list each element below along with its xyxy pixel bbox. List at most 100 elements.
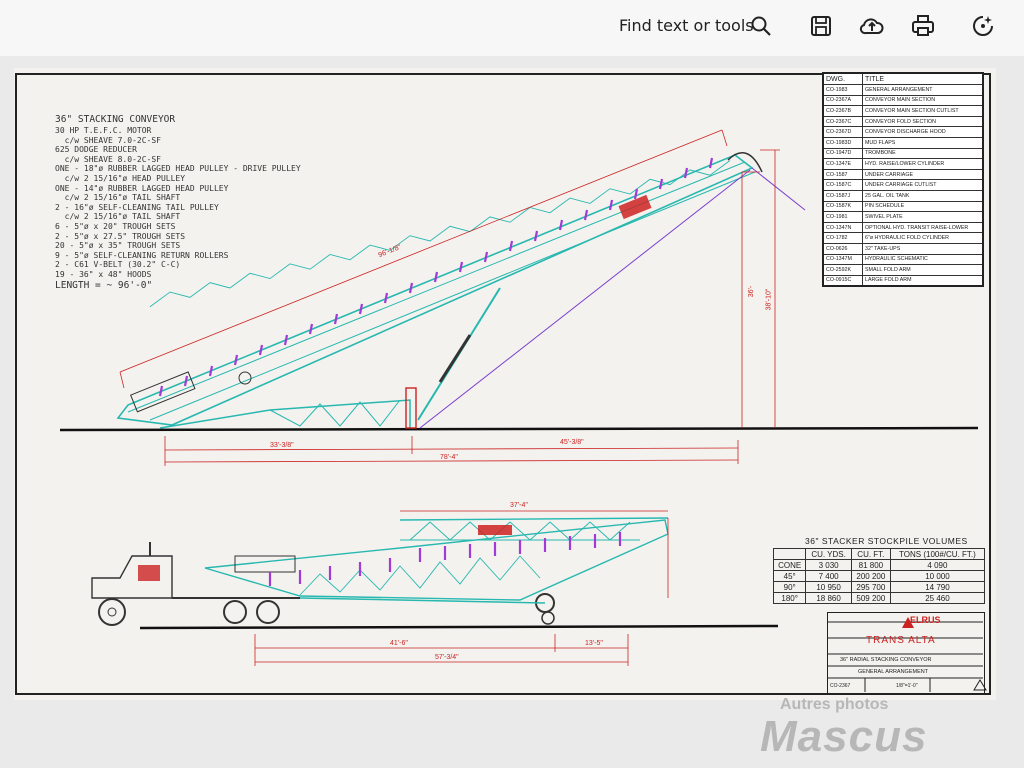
ground-line-upper bbox=[59, 426, 979, 432]
stockpile-volumes-title: 36" STACKER STOCKPILE VOLUMES bbox=[805, 536, 968, 546]
dwg-title: OPTIONAL HYD. TRANSIT RAISE-LOWER bbox=[862, 221, 984, 234]
dwg-no: CO-2367D bbox=[822, 126, 863, 138]
dwg-no: CO-1782 bbox=[822, 232, 863, 244]
dwg-title: CONVEYOR MAIN SECTION CUTLIST bbox=[862, 105, 984, 117]
vol-cell: 3 030 bbox=[805, 559, 852, 571]
table-row: CO-2592K SMALL FOLD ARM bbox=[822, 264, 984, 276]
dim-base-right: 45'-3/8" bbox=[560, 439, 584, 446]
notes-line: 30 HP T.E.F.C. MOTOR bbox=[55, 126, 152, 135]
dwg-title: 32" TAKE-UPS bbox=[862, 242, 984, 255]
table-row: CO-2367B CONVEYOR MAIN SECTION CUTLIST bbox=[822, 105, 984, 117]
dwg-title: MUD FLAPS bbox=[862, 136, 984, 149]
vol-cell: 45° bbox=[772, 570, 807, 582]
table-row: CO-1347N OPTIONAL HYD. TRANSIT RAISE-LOWE… bbox=[822, 221, 984, 234]
title-block: ELRUS TRANS ALTA 36" RADIAL STACKING CON… bbox=[827, 612, 985, 694]
dwg-no: CO-1347N bbox=[822, 221, 863, 234]
dwg-title: SWIVEL PLATE bbox=[862, 211, 984, 223]
notes-line: ONE - 14"ø RUBBER LAGGED HEAD PULLEY bbox=[55, 183, 229, 193]
dwg-title: GENERAL ARRANGEMENT bbox=[862, 84, 984, 96]
dwg-title: PIN SCHEDULE bbox=[862, 200, 984, 213]
vol-cell: 4 090 bbox=[889, 559, 986, 571]
notes-line: 625 DODGE REDUCER bbox=[55, 145, 137, 155]
dwg-title: 25 GAL. OIL TANK bbox=[862, 189, 984, 202]
dwg-no: CO-0915C bbox=[822, 274, 863, 287]
table-row: CO-1347E HYD. RAISE/LOWER CYLINDER bbox=[822, 158, 984, 170]
dwg-no: CO-1983 bbox=[822, 84, 863, 96]
drawing-description: GENERAL ARRANGEMENT bbox=[858, 669, 929, 675]
elrus-logo: ELRUS bbox=[910, 615, 941, 625]
dwg-title: CONVEYOR FOLD SECTION bbox=[862, 115, 984, 128]
dwg-no: CO-1947D bbox=[822, 147, 863, 160]
notes-line: 20 - 5"ø x 35" TROUGH SETS bbox=[55, 241, 181, 251]
vol-cell: 200 200 bbox=[850, 570, 891, 582]
table-row: 90° 10 950 295 700 14 790 bbox=[772, 581, 986, 593]
conveyor-notes: 36" STACKING CONVEYOR 30 HP T.E.F.C. MOT… bbox=[55, 114, 301, 292]
dim-height-left: 36'- bbox=[748, 285, 756, 298]
vol-cell: 25 460 bbox=[889, 592, 986, 604]
notes-line: 2 - 5"ø x 27.5" TROUGH SETS bbox=[55, 231, 186, 241]
notes-line: c/w 2 15/16"ø TAIL SHAFT bbox=[55, 193, 181, 203]
stockpile-volumes-table: CU. YDS. CU. FT. TONS (100#/CU. FT.) CON… bbox=[772, 548, 986, 604]
table-row: CO-1587J 25 GAL. OIL TANK bbox=[822, 189, 984, 202]
table-row: CO-2367D CONVEYOR DISCHARGE HOOD bbox=[822, 126, 984, 138]
vol-cell: 295 700 bbox=[850, 581, 891, 593]
dim-base-left: 33'-3/8" bbox=[270, 442, 294, 449]
table-row: CO-1983D MUD FLAPS bbox=[822, 136, 984, 149]
dwg-no: CO-2367C bbox=[822, 115, 863, 128]
drawing-list-table: DWG. TITLE CO-1983 GENERAL ARRANGEMENT CO… bbox=[822, 72, 984, 288]
vol-cell: 81 800 bbox=[850, 559, 891, 571]
dwg-no: CO-1347M bbox=[822, 253, 863, 266]
vol-cell: CONE bbox=[772, 559, 807, 571]
notes-length: LENGTH = ~ 96'-0" bbox=[55, 279, 153, 291]
notes-line: 2 - C61 V-BELT (30.2" C-C) bbox=[55, 260, 181, 270]
table-header-row: CU. YDS. CU. FT. TONS (100#/CU. FT.) bbox=[772, 548, 986, 560]
table-header-cell bbox=[772, 548, 807, 560]
dwg-no: CO-2367B bbox=[822, 105, 863, 117]
dwg-title: UNDER CARRIAGE bbox=[862, 168, 984, 181]
notes-line: 19 - 36" x 48" HOODS bbox=[55, 269, 152, 279]
dwg-title: SMALL FOLD ARM bbox=[862, 264, 984, 276]
dwg-title: HYDRAULIC SCHEMATIC bbox=[862, 253, 984, 266]
drawing-scale: 1/8"=1'-0" bbox=[896, 683, 918, 689]
table-row: CO-2367C CONVEYOR FOLD SECTION bbox=[822, 115, 984, 128]
dwg-title: UNDER CARRIAGE CUTLIST bbox=[862, 179, 984, 191]
dwg-no: CO-2367A bbox=[822, 94, 863, 107]
vol-cell: 90° bbox=[772, 581, 807, 593]
ground-line-lower bbox=[139, 624, 779, 630]
table-row: CO-1587K PIN SCHEDULE bbox=[822, 200, 984, 213]
table-row: 45° 7 400 200 200 10 000 bbox=[772, 570, 986, 582]
dwg-title: HYD. RAISE/LOWER CYLINDER bbox=[862, 158, 984, 170]
table-row: CONE 3 030 81 800 4 090 bbox=[772, 559, 986, 571]
dim-height-right: 38'-10" bbox=[765, 288, 773, 311]
table-header-cell: DWG. bbox=[822, 72, 863, 85]
dwg-title: 6"ø HYDRAULIC FOLD CYLINDER bbox=[862, 232, 984, 244]
vol-cell: 18 860 bbox=[805, 592, 852, 604]
table-row: CO-1947D TROMBONE bbox=[822, 147, 984, 160]
dwg-no: CO-0626 bbox=[822, 242, 863, 255]
dwg-no: CO-1587 bbox=[822, 168, 863, 181]
lower-dimensions bbox=[254, 510, 669, 666]
vol-cell: 10 950 bbox=[805, 581, 852, 593]
table-header-cell: CU. FT. bbox=[850, 548, 891, 560]
dim-transport-top: 37'-4" bbox=[510, 502, 528, 509]
table-row: CO-1347M HYDRAULIC SCHEMATIC bbox=[822, 253, 984, 266]
vol-cell: 180° bbox=[772, 592, 807, 604]
table-header-row: DWG. TITLE bbox=[822, 72, 984, 85]
table-header-cell: TITLE bbox=[862, 72, 984, 85]
table-row: CO-0915C LARGE FOLD ARM bbox=[822, 274, 984, 287]
dim-transport-a: 41'-6" bbox=[390, 640, 408, 647]
notes-line: c/w 2 15/16"ø TAIL SHAFT bbox=[55, 212, 181, 222]
table-header-cell: CU. YDS. bbox=[805, 548, 852, 560]
dwg-title: CONVEYOR DISCHARGE HOOD bbox=[862, 126, 984, 138]
drawing-number: CO-2367 bbox=[830, 683, 851, 689]
table-row: CO-1587C UNDER CARRIAGE CUTLIST bbox=[822, 179, 984, 191]
table-row: CO-1981 SWIVEL PLATE bbox=[822, 211, 984, 223]
dwg-no: CO-1347E bbox=[822, 158, 863, 170]
notes-line: 2 - 16"ø SELF-CLEANING TAIL PULLEY bbox=[55, 202, 219, 212]
notes-line: 9 - 5"ø SELF-CLEANING RETURN ROLLERS bbox=[55, 250, 229, 260]
vol-cell: 10 000 bbox=[889, 570, 986, 582]
vol-cell: 509 200 bbox=[850, 592, 891, 604]
dwg-title: CONVEYOR MAIN SECTION bbox=[862, 94, 984, 107]
table-header-cell: TONS (100#/CU. FT.) bbox=[889, 548, 986, 560]
notes-line: c/w 2 15/16"ø HEAD PULLEY bbox=[55, 173, 186, 183]
